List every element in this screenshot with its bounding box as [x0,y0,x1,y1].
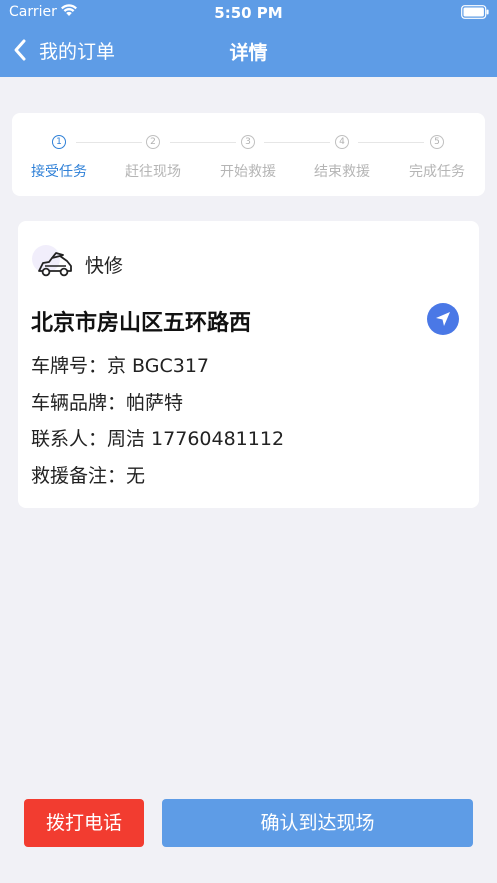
step-head-to-scene: 2 赶往现场 [106,113,200,196]
plate-number-label: 车牌号： [31,355,108,377]
step-accept-task: 1 接受任务 [12,113,106,196]
navigate-button[interactable] [427,303,459,335]
rescue-address: 北京市房山区五环路西 [31,311,252,336]
rescue-note-value: 无 [126,465,146,487]
battery-icon [461,5,489,19]
vehicle-brand-row: 车辆品牌：帕萨特 [31,388,183,415]
contact-value: 周洁 17760481112 [107,428,285,450]
service-icon-wrapper [32,245,74,283]
step-label: 赶往现场 [125,164,181,180]
step-label: 接受任务 [31,164,87,180]
step-complete-task: 5 完成任务 [390,113,484,196]
plate-number-value: 京 BGC317 [107,355,210,377]
contact-label: 联系人： [31,428,108,450]
step-number: 5 [430,135,444,149]
confirm-arrival-button[interactable]: 确认到达现场 [162,799,473,847]
step-number: 2 [146,135,160,149]
step-number: 3 [241,135,255,149]
clock: 5:50 PM [214,4,283,22]
contact-row: 联系人：周洁 17760481112 [31,424,284,451]
step-label: 完成任务 [409,164,465,180]
page-title: 详情 [229,42,268,64]
vehicle-brand-label: 车辆品牌： [31,392,127,414]
step-start-rescue: 3 开始救援 [201,113,295,196]
app-header: Carrier 5:50 PM 我的订单 详情 [0,0,497,77]
status-bar: Carrier 5:50 PM [0,0,497,27]
car-repair-icon [38,252,72,277]
progress-steps: 1 接受任务 2 赶往现场 3 开始救援 4 结束救援 5 完成任务 [12,113,485,196]
order-detail-card: 快修 北京市房山区五环路西 车牌号：京 BGC317 车辆品牌：帕萨特 联系人：… [18,221,479,508]
plate-number-row: 车牌号：京 BGC317 [31,351,209,378]
step-number: 4 [335,135,349,149]
step-end-rescue: 4 结束救援 [295,113,389,196]
rescue-note-label: 救援备注： [31,465,127,487]
step-number: 1 [52,135,66,149]
vehicle-brand-value: 帕萨特 [126,392,184,414]
call-button[interactable]: 拨打电话 [24,799,144,847]
navigation-arrow-icon [436,312,450,326]
rescue-note-row: 救援备注：无 [31,461,145,488]
service-type: 快修 [85,255,124,277]
step-label: 开始救援 [220,164,276,180]
step-label: 结束救援 [314,164,370,180]
